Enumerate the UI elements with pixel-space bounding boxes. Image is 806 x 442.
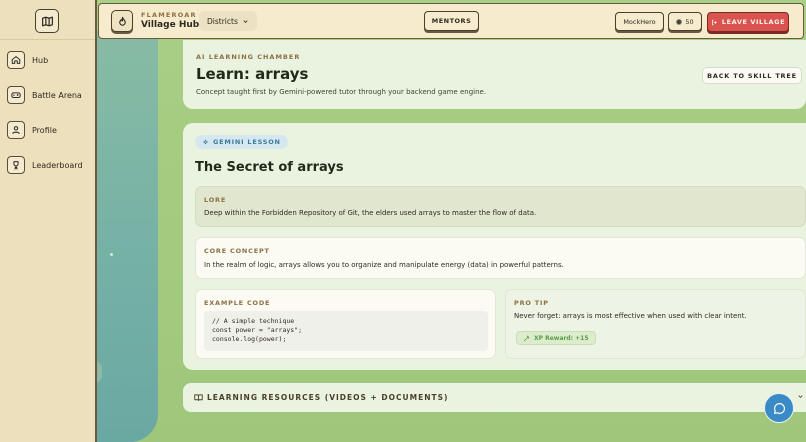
sidebar-divider	[0, 39, 95, 40]
sidebar-item-label: Profile	[32, 125, 57, 135]
learning-resources-label: LEARNING RESOURCES (VIDEOS + DOCUMENTS)	[207, 393, 449, 402]
xp-reward-label: XP Reward: +15	[534, 334, 589, 342]
core-concept-card: CORE CONCEPT In the realm of logic, arra…	[195, 237, 806, 279]
sidebar-item-battle-arena[interactable]: Battle Arena	[7, 85, 82, 105]
brand-name: Village Hub	[141, 20, 200, 30]
gemini-lesson-label: GEMINI LESSON	[213, 138, 281, 146]
book-open-icon	[194, 394, 203, 401]
sidebar-item-label: Battle Arena	[32, 90, 82, 100]
lesson-panel: GEMINI LESSON The Secret of arrays LORE …	[183, 123, 806, 370]
coin-count: 50	[685, 17, 694, 26]
user-icon	[7, 121, 25, 139]
code-line: const power = "arrays";	[212, 326, 303, 334]
river	[96, 30, 158, 442]
code-line: console.log(power);	[212, 335, 287, 343]
sidebar-item-profile[interactable]: Profile	[7, 120, 57, 140]
code-block[interactable]: // A simple technique const power = "arr…	[204, 311, 488, 351]
xp-reward-badge: XP Reward: +15	[516, 331, 596, 345]
mentors-button[interactable]: MENTORS	[424, 11, 479, 31]
chamber-kicker: AI LEARNING CHAMBER	[196, 53, 301, 61]
top-header: FLAMEROAR Village Hub Districts MENTORS …	[98, 3, 804, 39]
chevron-down-icon	[798, 395, 803, 398]
brand-kicker: FLAMEROAR	[141, 11, 197, 19]
river-sparkle	[110, 253, 113, 256]
lore-label: LORE	[204, 196, 227, 204]
map-icon[interactable]	[35, 9, 59, 33]
leave-village-label: LEAVE VILLAGE	[721, 18, 786, 26]
magic-wand-icon	[523, 335, 530, 341]
gemini-lesson-badge: GEMINI LESSON	[195, 135, 288, 149]
lesson-title: The Secret of arrays	[195, 160, 344, 175]
chevron-down-icon	[243, 19, 248, 23]
sidebar-item-leaderboard[interactable]: Leaderboard	[7, 155, 83, 175]
learning-resources-accordion[interactable]: LEARNING RESOURCES (VIDEOS + DOCUMENTS)	[183, 383, 806, 412]
chamber-description: Concept taught first by Gemini-powered t…	[196, 88, 487, 96]
trophy-icon	[7, 156, 25, 174]
leave-village-button[interactable]: LEAVE VILLAGE	[707, 12, 789, 32]
sparkles-icon	[203, 139, 208, 144]
coin-icon	[676, 18, 683, 25]
pro-tip-text: Never forget: arrays is most effective w…	[514, 312, 747, 320]
gamepad-icon	[7, 86, 25, 104]
chat-button[interactable]	[764, 393, 794, 423]
sidebar-item-hub[interactable]: Hub	[7, 50, 48, 70]
sidebar-item-label: Leaderboard	[32, 160, 83, 170]
pro-tip-card: PRO TIP Never forget: arrays is most eff…	[505, 289, 806, 359]
code-line: // A simple technique	[212, 317, 295, 325]
back-to-skill-tree-button[interactable]: BACK TO SKILL TREE	[702, 67, 802, 84]
home-icon	[7, 51, 25, 69]
coins-badge[interactable]: 50	[668, 12, 702, 31]
logout-icon	[711, 19, 717, 25]
chat-bubble-icon	[773, 402, 785, 414]
sidebar-item-label: Hub	[32, 55, 49, 65]
core-concept-label: CORE CONCEPT	[204, 247, 270, 255]
core-concept-text: In the realm of logic, arrays allows you…	[204, 261, 564, 269]
lore-card: LORE Deep within the Forbidden Repositor…	[195, 186, 806, 227]
example-code-label: EXAMPLE CODE	[204, 299, 271, 307]
example-code-card: EXAMPLE CODE // A simple technique const…	[195, 289, 496, 359]
username-button[interactable]: MockHero	[615, 12, 664, 31]
lore-text: Deep within the Forbidden Repository of …	[204, 209, 537, 217]
page-title: Learn: arrays	[196, 65, 309, 83]
pro-tip-label: PRO TIP	[514, 299, 549, 307]
districts-dropdown[interactable]: Districts	[199, 11, 257, 31]
districts-label: Districts	[207, 16, 238, 26]
learning-chamber-panel: AI LEARNING CHAMBER Learn: arrays Concep…	[183, 40, 806, 109]
flame-icon[interactable]	[111, 10, 133, 32]
sidebar: Hub Battle Arena Profile Leaderboard	[0, 0, 97, 442]
